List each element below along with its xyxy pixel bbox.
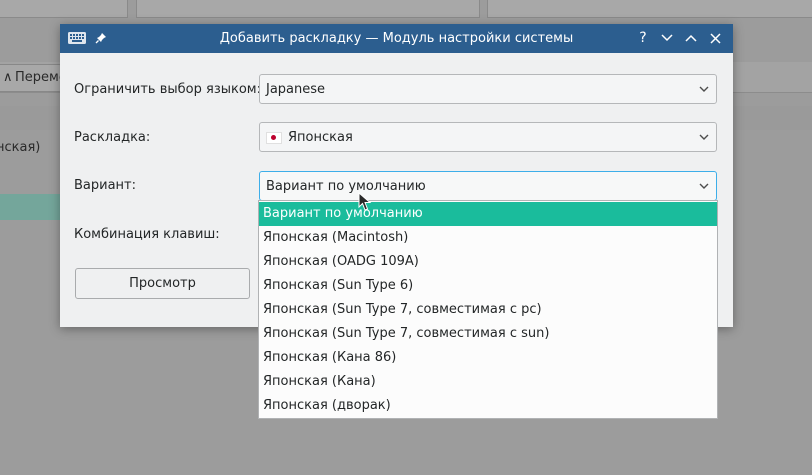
dropdown-option[interactable]: Вариант по умолчанию xyxy=(259,202,717,226)
chevron-down-icon xyxy=(699,86,709,92)
dialog-titlebar[interactable]: Добавить раскладку — Модуль настройки си… xyxy=(60,24,733,53)
dropdown-option[interactable]: Японская (Sun Type 6) xyxy=(259,274,717,298)
variant-label: Вариант: xyxy=(74,178,137,193)
dropdown-option[interactable]: Японская (Кана) xyxy=(259,370,717,394)
background-selected-row xyxy=(0,194,60,220)
help-button[interactable]: ? xyxy=(633,28,653,48)
background-top-panel-left xyxy=(0,0,128,18)
language-select[interactable]: Japanese xyxy=(259,74,717,104)
variant-select-value: Вариант по умолчанию xyxy=(266,179,426,194)
maximize-button[interactable] xyxy=(681,28,701,48)
dropdown-option[interactable]: Японская (Sun Type 7, совместимая с sun) xyxy=(259,322,717,346)
close-button[interactable] xyxy=(705,28,725,48)
chevron-down-icon xyxy=(699,134,709,140)
dropdown-option[interactable]: Японская (Кана 86) xyxy=(259,346,717,370)
chevron-down-icon xyxy=(661,34,673,42)
dropdown-option[interactable]: Японская (Macintosh) xyxy=(259,226,717,250)
language-label: Ограничить выбор языком: xyxy=(74,82,261,97)
background-top-panel-right xyxy=(487,0,812,18)
variant-dropdown-list: Вариант по умолчанию Японская (Macintosh… xyxy=(258,200,718,419)
variant-select[interactable]: Вариант по умолчанию xyxy=(259,171,717,201)
layout-select-value: Японская xyxy=(288,130,353,145)
minimize-button[interactable] xyxy=(657,28,677,48)
background-top-panel-middle xyxy=(136,0,480,18)
chevron-down-icon xyxy=(699,183,709,189)
dropdown-option[interactable]: Японская (дворак) xyxy=(259,394,717,418)
background-move-button[interactable]: ∧ Переме xyxy=(0,64,67,92)
shortcut-label: Комбинация клавиш: xyxy=(74,227,220,242)
japan-flag-icon xyxy=(266,131,282,144)
language-select-value: Japanese xyxy=(266,82,326,97)
layout-label: Раскладка: xyxy=(74,130,151,145)
background-list-row: нская) xyxy=(0,140,41,155)
dropdown-option[interactable]: Японская (OADG 109A) xyxy=(259,250,717,274)
layout-select-value-wrap: Японская xyxy=(266,130,353,145)
mouse-cursor-icon xyxy=(358,192,372,211)
dropdown-option[interactable]: Японская (Sun Type 7, совместимая с pc) xyxy=(259,298,717,322)
preview-button[interactable]: Просмотр xyxy=(75,268,250,299)
chevron-up-icon: ∧ xyxy=(3,70,13,85)
close-icon xyxy=(709,32,721,44)
chevron-up-icon xyxy=(685,34,697,42)
layout-select[interactable]: Японская xyxy=(259,122,717,152)
